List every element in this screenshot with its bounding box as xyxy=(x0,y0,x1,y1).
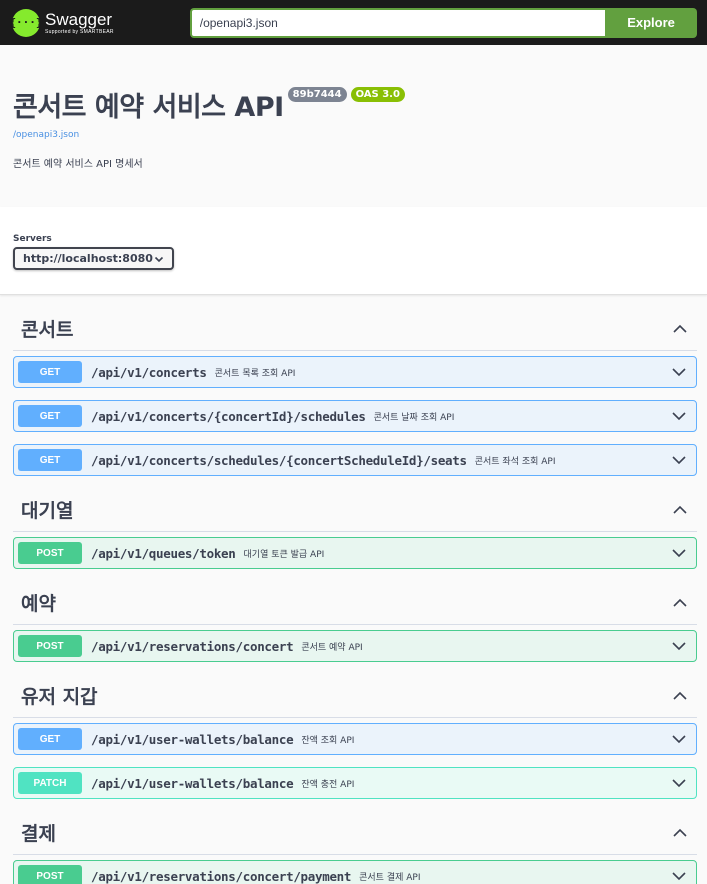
chevron-down-icon[interactable] xyxy=(670,407,688,425)
logo-subtitle: Supported by SMARTBEAR xyxy=(45,28,114,35)
title-row: 콘서트 예약 서비스 API 89b7444 OAS 3.0 xyxy=(13,85,694,124)
operation-summary: 대기열 토큰 발급 API xyxy=(243,549,325,560)
operation-get[interactable]: GET/api/v1/user-wallets/balance 잔액 조회 API xyxy=(13,723,697,755)
operation-path: /api/v1/queues/token xyxy=(91,545,236,561)
operation-summary: 콘서트 목록 조회 API xyxy=(214,368,296,379)
oas-badge: OAS 3.0 xyxy=(350,87,405,102)
operation-summary: 콘서트 좌석 조회 API xyxy=(474,456,556,467)
chevron-up-icon[interactable] xyxy=(670,319,690,339)
operation-get[interactable]: GET/api/v1/concerts/{concertId}/schedule… xyxy=(13,400,697,432)
operations-list: 콘서트 GET/api/v1/concerts 콘서트 목록 조회 API GET/a… xyxy=(0,295,707,884)
tag-name: 결제 xyxy=(21,823,56,845)
tag-header[interactable]: 결제 xyxy=(13,811,697,855)
version-badge: 89b7444 xyxy=(287,87,347,102)
api-info: 콘서트 예약 서비스 API 89b7444 OAS 3.0 /openapi3… xyxy=(0,45,707,207)
operation-path: /api/v1/concerts xyxy=(91,364,207,380)
logo-text: Swagger Supported by SMARTBEAR xyxy=(45,11,114,35)
chevron-down-icon[interactable] xyxy=(670,544,688,562)
operation-path: /api/v1/concerts/{concertId}/schedules xyxy=(91,408,366,424)
explore-button[interactable]: Explore xyxy=(605,7,697,38)
tag-header[interactable]: 예약 xyxy=(13,581,697,625)
spec-url-input[interactable] xyxy=(189,7,606,38)
chevron-up-icon[interactable] xyxy=(670,500,690,520)
chevron-down-icon xyxy=(154,256,164,262)
operation-post[interactable]: POST/api/v1/queues/token 대기열 토큰 발급 API xyxy=(13,537,697,569)
swagger-logo[interactable]: {···} Swagger Supported by SMARTBEAR xyxy=(9,8,190,37)
chevron-down-icon[interactable] xyxy=(670,637,688,655)
chevron-down-icon[interactable] xyxy=(670,867,688,884)
operation-get[interactable]: GET/api/v1/concerts/schedules/{concertSc… xyxy=(13,444,697,476)
operation-path: /api/v1/reservations/concert/payment xyxy=(91,868,352,884)
operation-get[interactable]: GET/api/v1/concerts 콘서트 목록 조회 API xyxy=(13,356,697,388)
servers-select[interactable]: http://localhost:8080 xyxy=(13,247,174,270)
method-badge: GET xyxy=(18,728,82,750)
spec-link[interactable]: /openapi3.json xyxy=(13,130,694,140)
operation-post[interactable]: POST/api/v1/reservations/concert/payment… xyxy=(13,860,697,884)
method-badge: PATCH xyxy=(18,772,82,794)
tag-section: 유저 지갑 GET/api/v1/user-wallets/balance 잔액 조… xyxy=(13,674,697,799)
operation-path: /api/v1/reservations/concert xyxy=(91,638,294,654)
chevron-up-icon[interactable] xyxy=(670,823,690,843)
chevron-down-icon[interactable] xyxy=(670,451,688,469)
operation-summary: 콘서트 예약 API xyxy=(301,642,363,653)
tag-name: 콘서트 xyxy=(21,319,74,341)
servers-section: Servers http://localhost:8080 xyxy=(0,207,707,295)
tag-name: 유저 지갑 xyxy=(21,686,98,708)
method-badge: POST xyxy=(18,635,82,657)
operation-post[interactable]: POST/api/v1/reservations/concert 콘서트 예약 A… xyxy=(13,630,697,662)
topbar: {···} Swagger Supported by SMARTBEAR Exp… xyxy=(0,0,707,45)
api-description: 콘서트 예약 서비스 API 명세서 xyxy=(13,159,143,170)
swagger-logo-icon: {···} xyxy=(9,8,43,37)
chevron-down-icon[interactable] xyxy=(670,730,688,748)
servers-label: Servers xyxy=(13,234,52,244)
logo-name: Swagger xyxy=(45,9,113,29)
operation-path: /api/v1/concerts/schedules/{concertSched… xyxy=(91,452,467,468)
page-title: 콘서트 예약 서비스 API xyxy=(13,92,284,123)
tag-section: 대기열 POST/api/v1/queues/token 대기열 토큰 발급 API xyxy=(13,488,697,569)
chevron-down-icon[interactable] xyxy=(670,774,688,792)
method-badge: GET xyxy=(18,405,82,427)
tag-header[interactable]: 대기열 xyxy=(13,488,697,532)
tag-section: 결제 POST/api/v1/reservations/concert/payme… xyxy=(13,811,697,884)
tag-name: 예약 xyxy=(21,593,56,615)
tag-section: 콘서트 GET/api/v1/concerts 콘서트 목록 조회 API GET/a… xyxy=(13,307,697,476)
servers-selected-value: http://localhost:8080 xyxy=(23,252,153,265)
chevron-down-icon[interactable] xyxy=(670,363,688,381)
tag-section: 예약 POST/api/v1/reservations/concert 콘서트 예약… xyxy=(13,581,697,662)
operation-path: /api/v1/user-wallets/balance xyxy=(91,775,294,791)
chevron-up-icon[interactable] xyxy=(670,593,690,613)
method-badge: POST xyxy=(18,542,82,564)
tag-name: 대기열 xyxy=(21,500,74,522)
operation-summary: 콘서트 결제 API xyxy=(359,872,421,883)
method-badge: GET xyxy=(18,361,82,383)
chevron-up-icon[interactable] xyxy=(670,686,690,706)
method-badge: GET xyxy=(18,449,82,471)
operation-summary: 콘서트 날짜 조회 API xyxy=(373,412,455,423)
method-badge: POST xyxy=(18,865,82,884)
tag-header[interactable]: 유저 지갑 xyxy=(13,674,697,718)
operation-path: /api/v1/user-wallets/balance xyxy=(91,731,294,747)
tag-header[interactable]: 콘서트 xyxy=(13,307,697,351)
operation-summary: 잔액 충전 API xyxy=(301,779,355,790)
operation-patch[interactable]: PATCH/api/v1/user-wallets/balance 잔액 충전 A… xyxy=(13,767,697,799)
operation-summary: 잔액 조회 API xyxy=(301,735,355,746)
